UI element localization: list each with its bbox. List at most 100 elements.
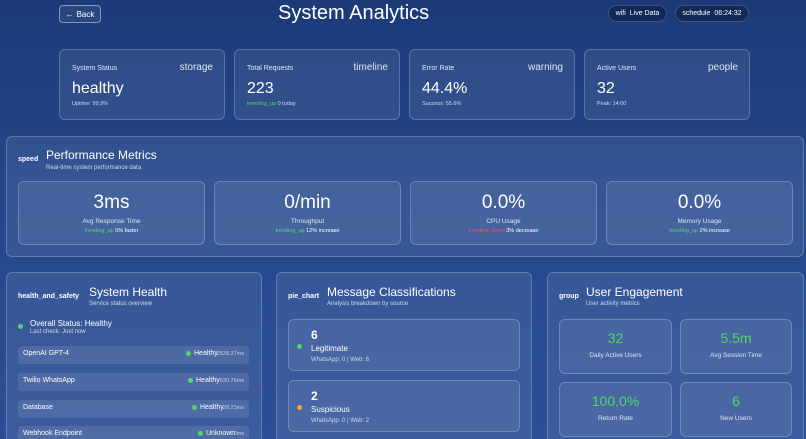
metric-change-text: 3% decrease — [506, 228, 539, 234]
service-row: OpenAI GPT-4 Healthy 2538.37ms — [18, 346, 249, 364]
stat-label: Return Rate — [597, 415, 634, 422]
people-icon: people — [707, 62, 738, 73]
kpi-sub-text: 0 today — [277, 101, 296, 107]
stat-label: Avg Session Time — [710, 352, 762, 359]
kpi-value: 32 — [597, 80, 615, 97]
metric-change-text: 5% faster — [115, 228, 139, 234]
system-health-panel: health_and_safety System Health Service … — [6, 272, 262, 439]
trending-up-icon: trending_up — [84, 228, 114, 234]
kpi-card-system-status: System Status storage healthy Uptime: 99… — [59, 49, 225, 120]
wifi-icon: wifi — [615, 10, 626, 17]
clock-time: 06:24:32 — [714, 10, 742, 17]
service-status-label: Healthy — [200, 404, 224, 411]
metric-label: Avg Response Time — [82, 218, 141, 225]
section-title: Message Classifications — [327, 285, 456, 299]
kpi-sub: trending_up 0 today — [247, 101, 296, 107]
live-data-badge: wifi Live Data — [608, 5, 667, 22]
user-engagement-panel: group User Engagement User activity metr… — [547, 272, 804, 439]
timeline-icon: timeline — [353, 62, 388, 73]
service-latency: 38.23ms — [222, 405, 244, 411]
metric-value: 0.0% — [481, 192, 526, 213]
section-title: Performance Metrics — [46, 148, 157, 162]
trending-down-icon: trending_down — [468, 228, 505, 234]
service-row: Twilio WhatsApp Healthy 630.76ms — [18, 373, 249, 391]
trending-up-icon: trending_up — [669, 228, 699, 234]
speed-icon: speed — [18, 156, 39, 163]
service-status: Unknown — [198, 430, 235, 437]
status-dot — [188, 378, 193, 383]
stat-value: 6 — [732, 393, 740, 409]
warning-icon: warning — [527, 62, 563, 73]
metric-value: 3ms — [93, 192, 130, 213]
section-title: System Health — [89, 285, 168, 299]
service-status-label: Healthy — [194, 350, 218, 357]
service-status-label: Healthy — [196, 377, 220, 384]
message-classifications-panel: pie_chart Message Classifications Analys… — [276, 272, 532, 439]
back-button-label: Back — [76, 9, 95, 19]
kpi-label: System Status — [72, 65, 118, 72]
live-data-label: Live Data — [629, 10, 660, 17]
classification-count: 6 — [311, 328, 318, 342]
engagement-stat-return-rate: 100.0% Return Rate — [559, 382, 672, 437]
service-latency: 2538.37ms — [216, 351, 244, 357]
service-name: Webhook Endpoint — [23, 430, 83, 437]
metric-label: CPU Usage — [486, 218, 521, 225]
service-latency: 630.76ms — [219, 378, 244, 384]
metric-change: trending_down 3% decrease — [411, 228, 596, 234]
kpi-label: Error Rate — [422, 65, 455, 72]
classification-count: 2 — [311, 389, 318, 403]
performance-metrics-panel: speed Performance Metrics Real-time syst… — [6, 136, 804, 257]
service-row: Webhook Endpoint Unknown 0ms — [18, 426, 249, 439]
kpi-label: Total Requests — [247, 65, 294, 72]
last-check: Last check: Just now — [30, 329, 86, 335]
classification-card-legitimate: 6 Legitimate WhatsApp: 0 | Web: 6 — [288, 319, 520, 371]
overall-status: Overall Status: Healthy — [30, 319, 112, 328]
section-title: User Engagement — [586, 285, 683, 299]
clock-badge: schedule 06:24:32 — [675, 5, 749, 22]
metric-card-response-time: 3ms Avg Response Time trending_up 5% fas… — [18, 181, 205, 245]
classification-source: WhatsApp: 0 | Web: 2 — [311, 418, 370, 424]
page-title: System Analytics — [278, 2, 430, 24]
trending-up-icon: trending_up — [275, 228, 305, 234]
schedule-icon: schedule — [682, 10, 711, 17]
service-status: Healthy — [192, 404, 224, 411]
service-status: Healthy — [186, 350, 218, 357]
group-icon: group — [559, 293, 579, 300]
kpi-sub: Peak: 14:00 — [597, 101, 627, 107]
metric-label: Memory Usage — [677, 218, 722, 225]
kpi-value: healthy — [72, 80, 124, 97]
service-row: Database Healthy 38.23ms — [18, 400, 249, 418]
kpi-card-total-requests: Total Requests timeline 223 trending_up … — [234, 49, 400, 120]
metric-value: 0/min — [284, 192, 331, 213]
service-latency: 0ms — [233, 431, 244, 437]
kpi-card-active-users: Active Users people 32 Peak: 14:00 — [584, 49, 750, 120]
classification-card-suspicious: 2 Suspicious WhatsApp: 0 | Web: 2 — [288, 380, 520, 432]
metric-change: trending_up 2% increase — [607, 228, 792, 234]
storage-icon: storage — [179, 62, 213, 73]
kpi-label: Active Users — [597, 65, 637, 72]
metric-label: Throughput — [290, 218, 325, 225]
classification-label: Suspicious — [311, 405, 350, 414]
back-button[interactable]: ← Back — [59, 5, 101, 23]
service-status-label: Unknown — [206, 430, 236, 437]
classification-label: Legitimate — [311, 344, 348, 353]
service-name: Twilio WhatsApp — [23, 377, 75, 384]
metric-value: 0.0% — [677, 192, 722, 213]
arrow-left-icon: ← — [65, 9, 74, 19]
status-dot — [198, 431, 203, 436]
classification-source: WhatsApp: 0 | Web: 6 — [311, 357, 370, 363]
kpi-sub: Uptime: 99.9% — [72, 101, 109, 107]
health-and-safety-icon: health_and_safety — [18, 293, 80, 300]
stat-value: 32 — [607, 330, 624, 346]
metric-change: trending_up 12% increase — [215, 228, 400, 234]
metric-change-text: 12% increase — [306, 228, 340, 234]
pie-chart-icon: pie_chart — [288, 293, 320, 300]
metric-change-text: 2% increase — [699, 228, 730, 234]
stat-label: New Users — [720, 415, 752, 422]
kpi-card-error-rate: Error Rate warning 44.4% Success: 55.6% — [409, 49, 575, 120]
section-subtitle: Analysis breakdown by source — [327, 301, 409, 307]
legitimate-dot — [297, 344, 302, 349]
service-name: OpenAI GPT-4 — [23, 350, 69, 357]
section-subtitle: User activity metrics — [586, 301, 640, 307]
overall-status-dot — [18, 324, 23, 329]
